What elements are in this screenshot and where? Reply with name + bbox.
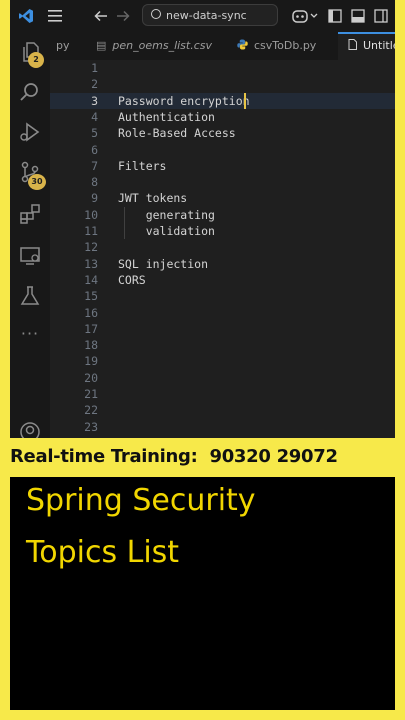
testing-flask-icon[interactable] bbox=[18, 284, 42, 308]
line-number: 12 bbox=[84, 240, 98, 255]
code-line[interactable]: 18 bbox=[50, 337, 395, 353]
line-number: 8 bbox=[91, 175, 98, 190]
line-text: validation bbox=[118, 224, 215, 238]
vscode-logo-icon bbox=[19, 9, 33, 23]
copilot-icon[interactable] bbox=[292, 8, 318, 24]
line-number: 3 bbox=[91, 93, 98, 108]
tab-py[interactable]: py bbox=[56, 32, 70, 60]
code-line[interactable]: 1 bbox=[50, 60, 395, 76]
source-control-badge: 30 bbox=[28, 174, 46, 190]
code-line[interactable]: 4 Authentication bbox=[50, 109, 395, 125]
search-text: new-data-sync bbox=[166, 9, 247, 22]
training-label: Real-time Training: bbox=[10, 446, 198, 467]
title-bar: new-data-sync bbox=[10, 0, 395, 32]
line-number: 6 bbox=[91, 142, 98, 157]
code-line[interactable]: 8 bbox=[50, 174, 395, 190]
remote-explorer-icon[interactable] bbox=[18, 244, 42, 268]
line-number: 13 bbox=[84, 256, 98, 271]
command-center-search[interactable]: new-data-sync bbox=[142, 4, 278, 26]
line-number: 11 bbox=[84, 224, 98, 238]
line-number: 22 bbox=[84, 403, 98, 418]
code-line[interactable]: 16 bbox=[50, 305, 395, 321]
explorer-badge: 2 bbox=[28, 52, 44, 68]
code-line[interactable]: 17 bbox=[50, 321, 395, 337]
headline-line-1: Spring Security bbox=[26, 483, 256, 518]
text-cursor bbox=[244, 92, 246, 109]
editor-area[interactable]: 1 2 3 Password encryption 4 Authentication 5 Ro… bbox=[50, 60, 395, 438]
layout-secondary-sidebar-icon[interactable] bbox=[374, 9, 388, 23]
line-number: 1 bbox=[91, 61, 98, 75]
code-line[interactable]: 9 JWT tokens bbox=[50, 190, 395, 206]
line-text: JWT tokens bbox=[118, 191, 188, 206]
line-number: 15 bbox=[84, 289, 98, 304]
tab-pen-oems-list[interactable]: ▤ pen_oems_list.csv bbox=[96, 32, 212, 60]
accounts-icon[interactable] bbox=[18, 420, 42, 438]
tab-bar: py ▤pen_oems_list.csv csvToDb.py Untitle… bbox=[50, 32, 395, 61]
line-text: Role-Based Access bbox=[118, 126, 236, 141]
line-text: SQL injection bbox=[118, 256, 209, 271]
forward-arrow-icon[interactable] bbox=[116, 9, 130, 23]
code-line[interactable]: 22 bbox=[50, 402, 395, 418]
code-line[interactable]: 15 bbox=[50, 288, 395, 304]
file-icon: ▤ bbox=[96, 39, 107, 52]
layout-sidebar-icon[interactable] bbox=[328, 9, 342, 23]
line-text: Password encryption bbox=[118, 93, 250, 108]
menu-icon[interactable] bbox=[48, 10, 62, 22]
tab-untitled[interactable]: Untitled- bbox=[338, 32, 395, 60]
line-number: 14 bbox=[84, 272, 98, 287]
code-line[interactable]: 14 CORS bbox=[50, 272, 395, 288]
search-icon bbox=[151, 9, 161, 19]
code-line[interactable]: 6 bbox=[50, 142, 395, 158]
line-number: 21 bbox=[84, 387, 98, 401]
code-line[interactable]: 5 Role-Based Access bbox=[50, 125, 395, 141]
extensions-icon[interactable] bbox=[18, 202, 42, 226]
line-number: 23 bbox=[84, 419, 98, 434]
code-line[interactable]: 12 bbox=[50, 239, 395, 255]
training-contact: Real-time Training: 90320 29072 bbox=[10, 446, 338, 467]
line-number: 4 bbox=[91, 109, 98, 124]
tab-csvtodb[interactable]: csvToDb.py bbox=[237, 32, 316, 60]
line-number: 2 bbox=[91, 77, 98, 92]
line-text: Filters bbox=[118, 158, 167, 173]
line-number: 17 bbox=[84, 321, 98, 336]
code-line[interactable]: 24 bbox=[50, 435, 395, 438]
code-line[interactable]: 7 Filters bbox=[50, 158, 395, 174]
code-line[interactable]: 13 SQL injection bbox=[50, 256, 395, 272]
code-line[interactable]: 11 validation bbox=[50, 223, 395, 239]
vscode-window: new-data-sync 2 30 ··· py ▤ pen_oems_lis… bbox=[10, 0, 395, 438]
code-line[interactable]: 2 bbox=[50, 76, 395, 92]
code-line[interactable]: 3 Password encryption bbox=[50, 92, 395, 109]
code-line[interactable]: 23 bbox=[50, 419, 395, 435]
more-icon[interactable]: ··· bbox=[18, 324, 42, 348]
indent-guide bbox=[124, 207, 125, 239]
headline-panel: Spring Security Topics List bbox=[10, 477, 395, 710]
activity-bar: 2 30 ··· bbox=[10, 32, 50, 438]
search-icon[interactable] bbox=[18, 80, 42, 104]
line-number: 9 bbox=[91, 191, 98, 206]
line-number: 16 bbox=[84, 305, 98, 320]
phone-number: 90320 29072 bbox=[209, 446, 338, 467]
line-text: generating bbox=[118, 207, 215, 222]
line-number: 7 bbox=[91, 158, 98, 173]
line-text: Authentication bbox=[118, 109, 215, 124]
code-line[interactable]: 19 bbox=[50, 353, 395, 369]
code-line[interactable]: 20 bbox=[50, 370, 395, 386]
line-number: 20 bbox=[84, 370, 98, 385]
python-icon bbox=[237, 32, 248, 60]
line-number: 24 bbox=[50, 435, 98, 438]
run-debug-icon[interactable] bbox=[18, 120, 42, 144]
back-arrow-icon[interactable] bbox=[94, 9, 108, 23]
headline-line-2: Topics List bbox=[26, 535, 180, 570]
layout-panel-icon[interactable] bbox=[351, 9, 365, 23]
line-text: CORS bbox=[118, 272, 146, 287]
line-number: 5 bbox=[91, 126, 98, 141]
line-number: 18 bbox=[84, 338, 98, 353]
code-line[interactable]: 21 bbox=[50, 386, 395, 402]
code-line[interactable]: 10 generating bbox=[50, 207, 395, 223]
file-icon bbox=[348, 34, 357, 58]
line-number: 19 bbox=[84, 354, 98, 369]
line-number: 10 bbox=[84, 207, 98, 222]
